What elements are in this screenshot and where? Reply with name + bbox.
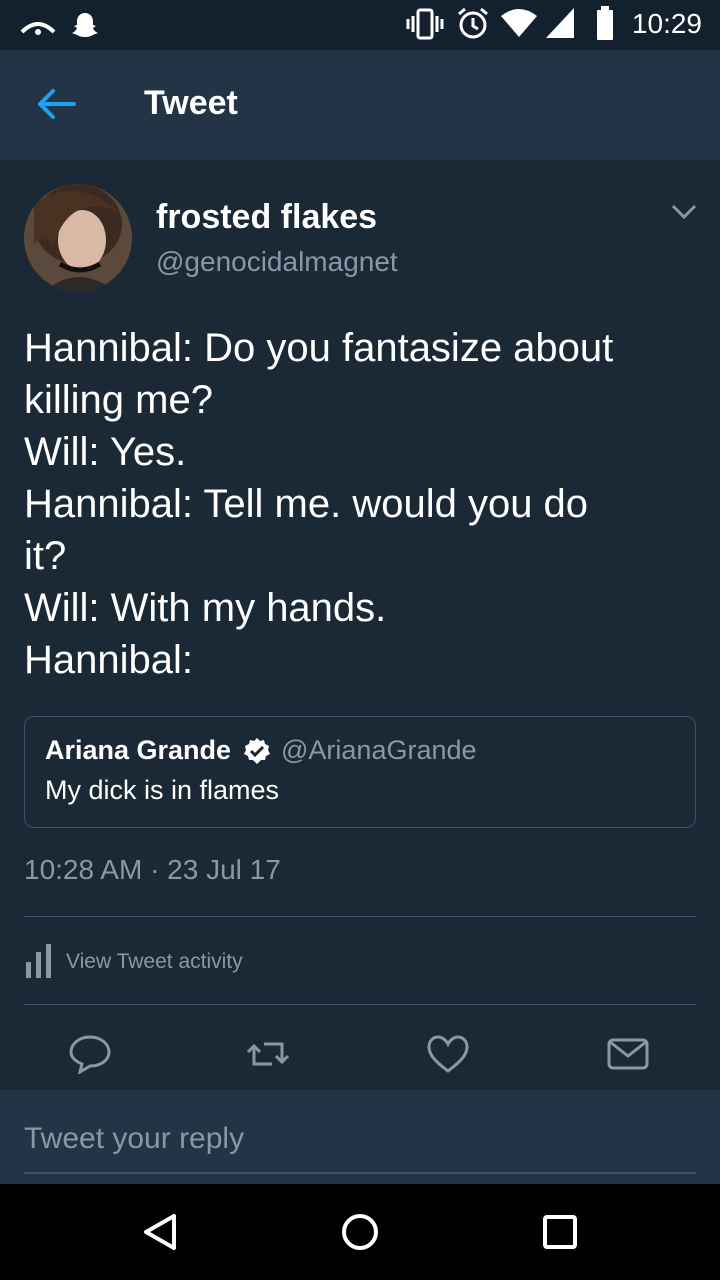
signal-icon [546,8,574,38]
author-handle[interactable]: @genocidalmagnet [156,246,398,278]
reply-composer: Tweet your reply [0,1090,720,1184]
nav-back-icon[interactable] [140,1212,180,1252]
system-navigation-bar [0,1184,720,1280]
tweet-text-line: Will: Yes. [24,430,187,474]
nav-recents-icon[interactable] [540,1212,580,1252]
tweet-text-line: it? [24,534,67,578]
nav-home-icon[interactable] [340,1212,380,1252]
cast-icon [20,22,56,35]
chevron-down-icon[interactable] [670,202,698,222]
tweet-text-line: killing me? [24,378,213,422]
like-icon[interactable] [426,1034,470,1074]
snapchat-icon [72,13,98,37]
tweet-text-line: Hannibal: [24,638,194,682]
reply-input-underline [24,1172,696,1174]
back-arrow-icon[interactable] [36,88,76,120]
status-time: 10:29 [631,8,702,39]
app-bar: Tweet [0,50,720,160]
tweet-text-line: Hannibal: Tell me. would you do [24,482,589,526]
tweet-text-line: Hannibal: Do you fantasize about [24,326,614,370]
tweet-text-line: Will: With my hands. [24,586,387,630]
direct-message-icon[interactable] [606,1034,650,1074]
reply-icon[interactable] [68,1034,112,1074]
status-bar: 10:29 [0,0,720,50]
battery-icon [597,6,613,40]
tweet-text: Hannibal: Do you fantasize about killing… [24,322,696,686]
author-name[interactable]: frosted flakes [156,198,377,237]
view-tweet-activity-label: View Tweet activity [66,950,243,973]
tweet-detail: frosted flakes @genocidalmagnet Hannibal… [0,160,720,1090]
wifi-icon [501,9,537,37]
quoted-author-name: Ariana Grande [45,735,232,765]
divider [24,1004,696,1005]
page-title: Tweet [144,84,238,122]
retweet-icon[interactable] [246,1034,290,1074]
reply-input[interactable]: Tweet your reply [24,1122,244,1156]
quoted-author-handle: @ArianaGrande [281,735,477,765]
tweet-timestamp: 10:28 AM · 23 Jul 17 [24,854,281,885]
verified-badge-icon [244,738,270,764]
analytics-bars-icon [26,944,51,978]
divider [24,916,696,917]
quoted-tweet[interactable]: Ariana Grande @ArianaGrande My dick is i… [24,716,696,828]
alarm-icon [458,7,488,39]
quoted-tweet-text: My dick is in flames [45,775,280,805]
vibrate-icon [406,8,444,40]
tweet-actions [0,1018,720,1088]
avatar[interactable] [24,184,132,292]
